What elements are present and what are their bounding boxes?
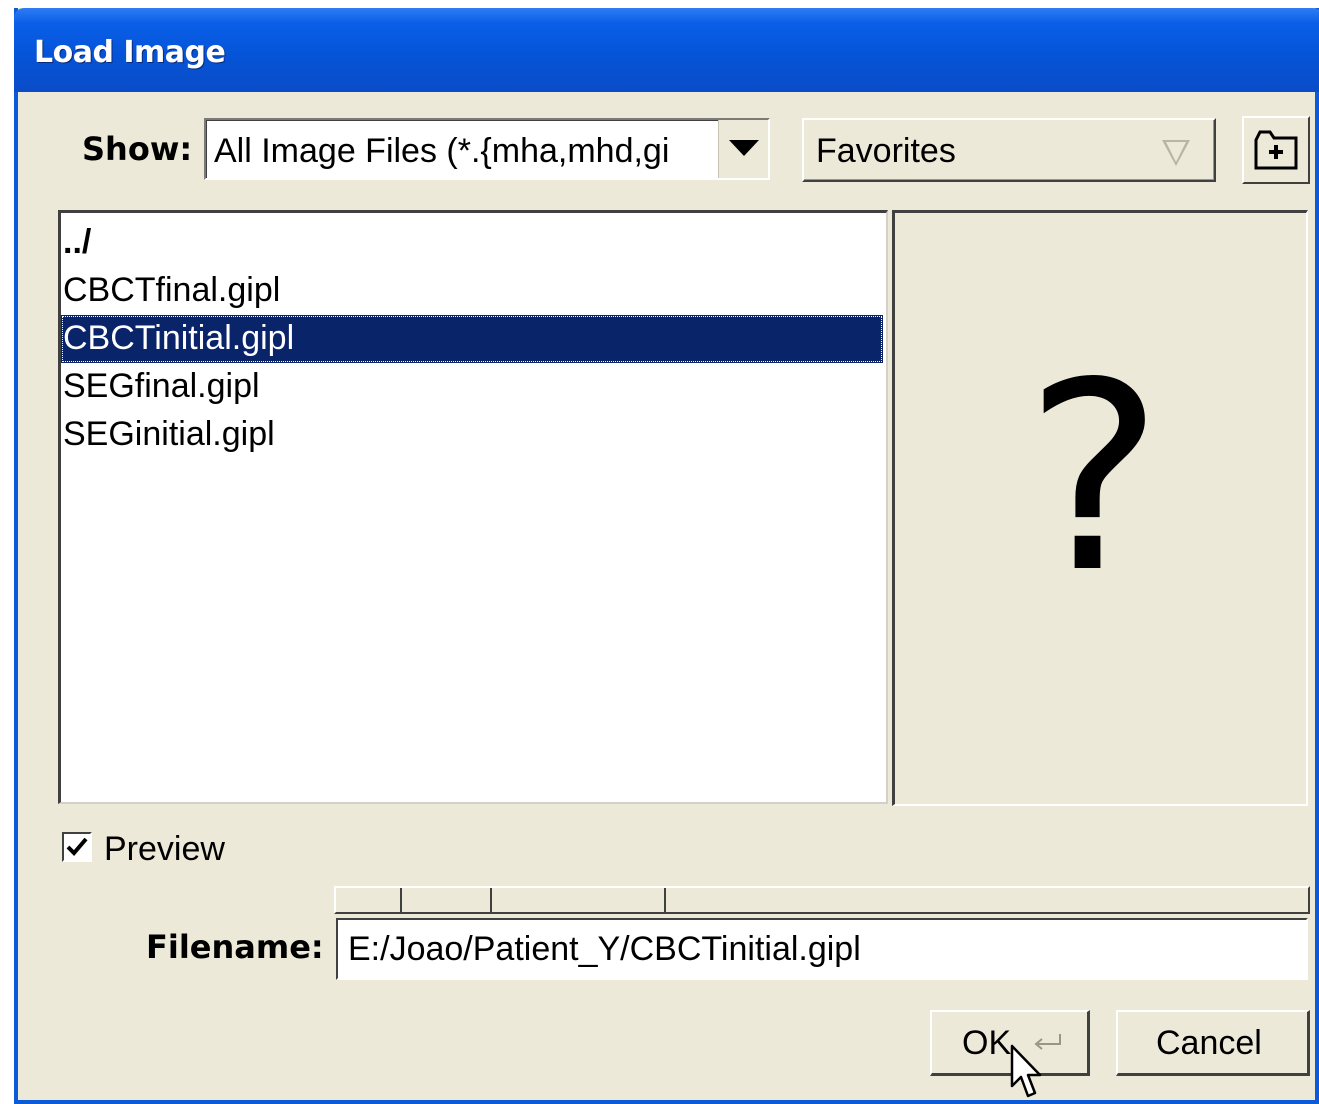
new-folder-button[interactable] — [1242, 116, 1310, 184]
path-segment[interactable] — [336, 888, 402, 912]
list-item[interactable]: SEGinitial.gipl — [61, 411, 883, 459]
file-list[interactable]: ../ CBCTfinal.gipl CBCTinitial.gipl SEGf… — [58, 210, 888, 804]
list-item[interactable]: CBCTfinal.gipl — [61, 267, 883, 315]
file-type-filter-value: All Image Files (*.{mha,mhd,gi — [214, 132, 670, 170]
list-item[interactable]: SEGfinal.gipl — [61, 363, 883, 411]
window-title: Load Image — [34, 35, 226, 70]
list-item-parent-directory[interactable]: ../ — [61, 219, 883, 267]
preview-placeholder: ? — [1025, 328, 1163, 630]
title-bar[interactable]: Load Image — [14, 8, 1319, 92]
list-item-selected[interactable]: CBCTinitial.gipl — [61, 315, 883, 363]
preview-pane: ? — [892, 210, 1308, 806]
favorites-dropdown[interactable]: Favorites — [802, 118, 1216, 182]
preview-checkbox-label[interactable]: Preview — [104, 830, 225, 869]
show-label: Show: — [82, 130, 193, 168]
filename-label: Filename: — [146, 928, 324, 966]
path-segment[interactable] — [492, 888, 666, 912]
path-bar — [334, 886, 1310, 914]
checkmark-icon — [66, 837, 88, 856]
path-segment[interactable] — [402, 888, 492, 912]
mouse-cursor-icon — [1010, 1044, 1042, 1098]
cancel-label: Cancel — [1156, 1024, 1262, 1062]
preview-checkbox[interactable] — [62, 832, 92, 862]
load-image-dialog: Load Image Show: All Image Files (*.{mha… — [14, 8, 1319, 1104]
ok-label: OK — [962, 1024, 1012, 1062]
favorites-arrow-icon — [1162, 140, 1190, 166]
favorites-label: Favorites — [816, 132, 956, 170]
filename-input[interactable] — [336, 918, 1308, 980]
new-folder-icon — [1254, 130, 1298, 170]
cancel-button[interactable]: Cancel — [1116, 1010, 1310, 1076]
file-type-filter-dropdown[interactable]: All Image Files (*.{mha,mhd,gi — [204, 118, 770, 180]
dropdown-arrow-icon[interactable] — [718, 120, 768, 178]
